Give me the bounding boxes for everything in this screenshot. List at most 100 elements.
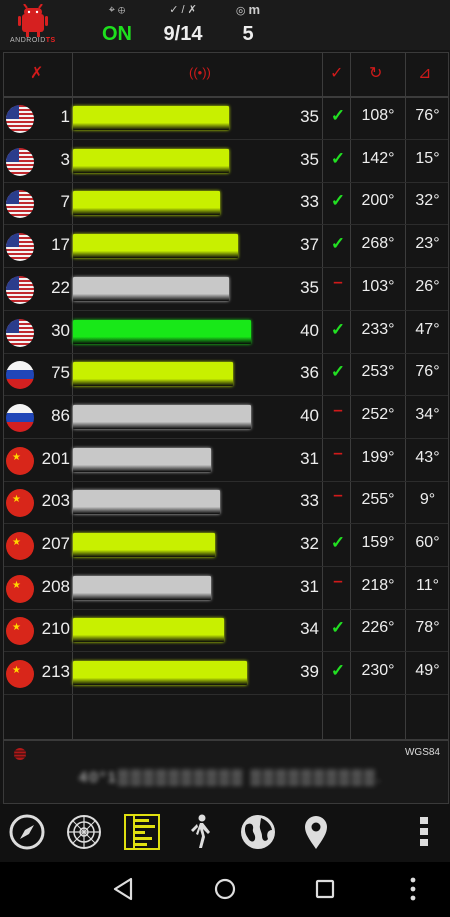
satellite-row: 3 35 ✓ 142° 15°: [4, 141, 448, 183]
cn-flag-icon: ★: [6, 489, 34, 518]
unused-dash-icon: –: [333, 399, 343, 419]
snr-value: 35: [300, 107, 319, 126]
country-flag: [6, 105, 34, 133]
satellite-row: ★ 207 32 ✓ 159° 60°: [4, 525, 448, 567]
country-flag: ★: [6, 660, 34, 689]
snr-value: 32: [300, 534, 319, 553]
us-flag-icon: [6, 147, 34, 176]
elevation-value: 34°: [415, 405, 440, 423]
signal-bar: [73, 618, 224, 643]
accuracy-value: 5: [242, 23, 254, 45]
gps-status: ⌖ ⊕ ON: [92, 2, 142, 46]
globe-icon[interactable]: [238, 812, 278, 852]
status-header: ANDROIDTS ⌖ ⊕ ON ✓ / ✗ 9/14 ◎ m 5: [0, 0, 450, 50]
cn-flag-icon: ★: [6, 532, 34, 560]
back-icon[interactable]: [103, 874, 143, 904]
elevation-value: 43°: [415, 448, 440, 466]
azimuth-value: 255°: [361, 491, 395, 509]
country-flag: ★: [6, 489, 34, 518]
signal-bar: [73, 661, 247, 686]
azimuth-value: 142°: [361, 149, 395, 167]
signal-bar: [73, 148, 229, 173]
satellite-row: 17 37 ✓ 268° 23°: [4, 226, 448, 269]
satellite-row: ★ 203 33–255° 9°: [4, 482, 448, 525]
country-flag: [6, 361, 34, 390]
signal-bar: [73, 490, 220, 515]
azimuth-value: 253°: [361, 363, 395, 381]
compass-icon[interactable]: [7, 812, 47, 852]
map-pin-icon[interactable]: [296, 812, 336, 852]
table-header: ✗ ((•)) ✓ ↻ ⊿: [4, 53, 448, 98]
signal-bar: [73, 575, 211, 600]
elevation-value: 23°: [415, 235, 440, 253]
svg-text:★: ★: [12, 622, 21, 633]
satellite-prn: 1: [60, 107, 70, 126]
satellite-row: 75 36 ✓ 253° 76°: [4, 354, 448, 397]
us-flag-icon: [6, 105, 34, 133]
used-check-icon: ✓: [330, 191, 346, 211]
signal-bar: [73, 319, 251, 344]
satellite-row: ★ 201 31–199° 43°: [4, 440, 448, 482]
satellite-off-icon[interactable]: ✗: [30, 63, 43, 83]
azimuth-value: 252°: [361, 405, 395, 423]
country-flag: ★: [6, 532, 34, 560]
position-footer: WGS84 40°1▒▒▒▒▒▒▒▒▒▒ ▒▒▒▒▒▒▒▒▒▒.: [3, 740, 449, 804]
satellite-prn: 203: [41, 491, 70, 511]
signal-bar: [73, 191, 220, 216]
satellite-row: 30 40 ✓ 233° 47°: [4, 312, 448, 354]
check-satellite-icon: ✓ / ✗: [169, 4, 197, 16]
snr-value: 31: [300, 576, 319, 596]
signal-icon[interactable]: ((•)): [189, 65, 211, 80]
satellite-row: 22 35–103° 26°: [4, 269, 448, 311]
radar-icon[interactable]: [64, 812, 104, 852]
more-vert-icon[interactable]: [393, 874, 433, 904]
satellite-row: 1 35 ✓ 108° 76°: [4, 98, 448, 140]
signal-bar: [73, 276, 229, 301]
cn-flag-icon: ★: [6, 446, 34, 475]
home-icon[interactable]: [205, 874, 245, 904]
more-vert-icon[interactable]: [404, 812, 444, 852]
used-check-icon: ✓: [330, 661, 346, 681]
azimuth-icon[interactable]: ↻: [369, 63, 382, 83]
svg-text:★: ★: [12, 452, 21, 463]
signal-bars-icon[interactable]: [122, 812, 162, 852]
snr-value: 33: [300, 491, 319, 511]
country-flag: [6, 147, 34, 176]
ru-flag-icon: [6, 403, 34, 432]
used-check-icon: ✓: [330, 533, 346, 552]
elevation-value: 76°: [415, 107, 440, 124]
satellite-prn: 75: [51, 363, 70, 383]
recents-icon[interactable]: [305, 874, 345, 904]
walking-icon[interactable]: [180, 812, 220, 852]
check-icon[interactable]: ✓: [330, 63, 343, 83]
elevation-value: 9°: [419, 491, 436, 509]
signal-bar: [73, 106, 229, 130]
satellite-prn: 7: [60, 192, 70, 212]
snr-value: 36: [300, 363, 319, 383]
elevation-value: 26°: [415, 277, 440, 295]
datum-label: WGS84: [404, 747, 440, 758]
satellite-prn: 201: [41, 448, 70, 468]
accuracy-icon: ◎ m: [235, 2, 261, 17]
cn-flag-icon: ★: [6, 617, 34, 646]
us-flag-icon: [6, 233, 34, 262]
app-toolbar: [0, 804, 450, 862]
svg-text:★: ★: [12, 580, 21, 591]
country-flag: [6, 233, 34, 262]
satellite-row: ★ 210 34 ✓ 226° 78°: [4, 610, 448, 653]
country-flag: ★: [6, 446, 34, 475]
satellite-table: ✗ ((•)) ✓ ↻ ⊿ 1 35 ✓ 108° 76° 3 35 ✓ 142° 15° 7 33 ✓…: [3, 52, 449, 740]
used-check-icon: ✓: [330, 362, 346, 382]
ru-flag-icon: [6, 361, 34, 390]
svg-text:★: ★: [12, 665, 21, 676]
snr-value: 37: [300, 235, 319, 255]
unused-dash-icon: –: [333, 570, 343, 590]
signal-bar: [73, 447, 211, 472]
snr-value: 40: [300, 405, 319, 425]
unused-dash-icon: –: [333, 485, 343, 505]
satellite-prn: 22: [51, 277, 70, 297]
satellite-prn: 208: [41, 576, 70, 596]
elevation-value: 78°: [415, 619, 440, 637]
used-check-icon: ✓: [330, 234, 346, 254]
elevation-icon[interactable]: ⊿: [418, 63, 431, 83]
